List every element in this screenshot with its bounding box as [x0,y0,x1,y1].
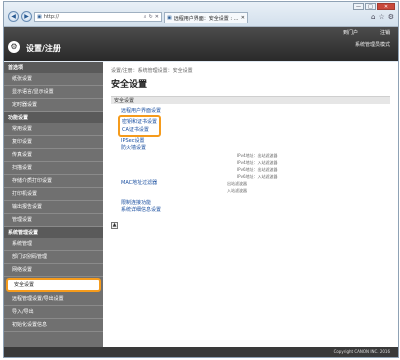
firewall-status-item: IPv6地址：出站滤波器 [237,167,278,172]
sidebar-item[interactable]: 输出报告设置 [4,201,103,214]
sidebar-section-title: 系统管理设置 [4,227,103,238]
mac-status-item: 出站滤波器 [227,181,247,186]
content-panel: 设置/注册：系统管理设置：安全设置 安全设置 安全设置 远程用户界面设置 密钥和… [103,62,398,357]
close-button[interactable]: ✕ [377,3,395,10]
app-title: 设置/注册 [26,44,61,53]
mac-filter-status: 出站滤波器 入站滤波器 [227,180,247,194]
sidebar-item[interactable]: 常用设置 [4,123,103,136]
url-text: http:// [43,14,60,20]
tab-close-icon[interactable]: ✕ [241,15,245,21]
firewall-status: IPv4地址：出站滤波器 IPv4地址：入站滤波器 IPv6地址：出站滤波器 I… [237,152,278,180]
ca-cert-settings-link[interactable]: CA证书设置 [122,126,157,134]
firewall-status-item: IPv4地址：入站滤波器 [237,160,278,165]
section-header: 安全设置 [111,96,390,104]
main-area: 首选项 纸张设置 显示语言/显示设置 定时器设置 功能设置 常用设置 复印设置 … [4,62,398,357]
sidebar-item[interactable]: 管理设置 [4,214,103,227]
back-arrow-icon[interactable]: ◀ [8,11,19,22]
sidebar-item[interactable]: 部门识别码管理 [4,251,103,264]
window-controls: — □ ✕ [353,3,395,10]
sidebar-item[interactable]: 纸张设置 [4,73,103,86]
sidebar-item[interactable]: 打印机设置 [4,188,103,201]
page-icon: ▣ [37,14,42,20]
header-links: 到门户 注销 [343,29,390,36]
minimize-button[interactable]: — [353,3,364,10]
browser-toolbar-icons: ⌂ ☆ ⚙ [371,13,394,21]
browser-window: — □ ✕ ◀ ▶ ▣ http:// ⌕ ↻ ✕ ▣ 远程用户界面：安全设置 … [3,1,399,358]
footer: Copyright CANON INC. 2016 [4,347,398,357]
firewall-settings-link[interactable]: 防火墙设置 [121,145,237,152]
system-info-settings-link[interactable]: 系统详细信息设置 [121,207,390,214]
search-icon[interactable]: ⌕ [144,14,147,20]
sidebar-item[interactable]: 远程管理设置/导出设置 [4,293,103,306]
sidebar-section-title: 功能设置 [4,112,103,123]
forward-arrow-icon[interactable]: ▶ [21,11,32,22]
maximize-button[interactable]: □ [365,3,376,10]
highlighted-links: 密钥和证书设置 CA证书设置 [118,115,162,137]
sidebar-section-title: 首选项 [4,62,103,73]
sidebar-item[interactable]: 系统管理 [4,238,103,251]
sidebar: 首选项 纸张设置 显示语言/显示设置 定时器设置 功能设置 常用设置 复印设置 … [4,62,103,357]
sidebar-item[interactable]: 传真设置 [4,149,103,162]
page-title: 安全设置 [111,80,148,90]
restrict-connection-link[interactable]: 限制连接功能 [121,200,390,207]
address-bar[interactable]: ▣ http:// ⌕ ↻ ✕ [34,12,162,22]
logout-link[interactable]: 注销 [380,29,390,36]
tab-title: 远程用户界面：安全设置 : ... [173,15,239,22]
browser-chrome: — □ ✕ ◀ ▶ ▣ http:// ⌕ ↻ ✕ ▣ 远程用户界面：安全设置 … [4,2,398,27]
ipsec-settings-link[interactable]: IPSec设置 [121,138,390,145]
sidebar-item[interactable]: 扫描设置 [4,162,103,175]
portal-link[interactable]: 到门户 [343,29,358,36]
browser-tab[interactable]: ▣ 远程用户界面：安全设置 : ... ✕ [164,12,248,23]
key-cert-settings-link[interactable]: 密钥和证书设置 [122,118,157,126]
app-header: 到门户 注销 ⚙ 设置/注册 系统管理员模式 [4,27,398,61]
sidebar-item[interactable]: 存储介质打印设置 [4,175,103,188]
admin-mode-label: 系统管理员模式 [354,42,390,48]
sidebar-item[interactable]: 导入/导出 [4,306,103,319]
sidebar-item-security-settings[interactable]: 安全设置 [6,278,101,292]
sidebar-item[interactable]: 初始化设置信息 [4,319,103,332]
sidebar-item[interactable]: 网络设置 [4,264,103,277]
refresh-icon[interactable]: ↻ [149,14,153,20]
sidebar-item[interactable]: 显示语言/显示设置 [4,86,103,99]
firewall-status-item: IPv4地址：出站滤波器 [237,153,278,158]
sidebar-item[interactable]: 定时器设置 [4,99,103,112]
home-icon[interactable]: ⌂ [371,13,375,21]
breadcrumb: 设置/注册：系统管理设置：安全设置 [111,68,193,74]
page-top-icon[interactable]: ▲ [111,222,118,229]
settings-icon[interactable]: ⚙ [388,13,394,21]
remote-ui-settings-link[interactable]: 远程用户界面设置 [121,108,390,115]
stop-icon[interactable]: ✕ [155,14,159,20]
mac-filter-link[interactable]: MAC地址过滤器 [121,180,237,187]
sidebar-item[interactable]: 复印设置 [4,136,103,149]
firewall-status-item: IPv6地址：入站滤波器 [237,174,278,179]
settings-logo-icon: ⚙ [8,41,20,53]
tab-icon: ▣ [167,15,172,21]
mac-status-item: 入站滤波器 [227,188,247,193]
settings-links: 远程用户界面设置 密钥和证书设置 CA证书设置 IPSec设置 防火墙设置 IP… [118,108,390,214]
favorites-icon[interactable]: ☆ [378,13,384,21]
